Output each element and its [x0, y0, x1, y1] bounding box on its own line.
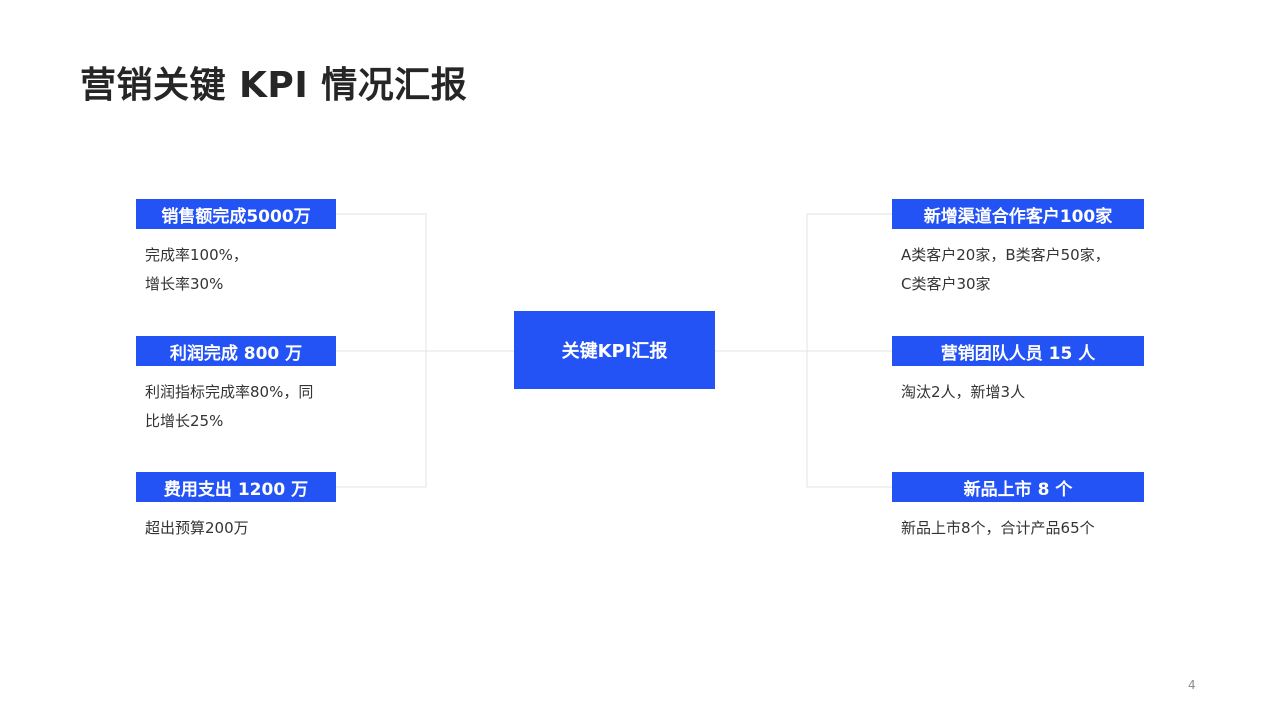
- kpi-desc-line: 新品上市8个，合计产品65个: [901, 519, 1095, 537]
- kpi-desc-line: 淘汰2人，新增3人: [901, 383, 1026, 401]
- kpi-label-sales: 销售额完成5000万: [136, 199, 336, 229]
- connector-left-bottom: [336, 351, 427, 488]
- kpi-desc-line: 利润指标完成率80%，同: [145, 383, 314, 401]
- kpi-desc-new-products: 新品上市8个，合计产品65个: [901, 514, 1141, 543]
- kpi-desc-line: 比增长25%: [145, 412, 224, 430]
- connector-right-top: [806, 213, 892, 351]
- kpi-label-team: 营销团队人员 15 人: [892, 336, 1144, 366]
- kpi-desc-expense: 超出预算200万: [145, 514, 345, 543]
- kpi-desc-channel-clients: A类客户20家，B类客户50家， C类客户30家: [901, 241, 1141, 299]
- kpi-desc-line: A类客户20家，B类客户50家，: [901, 246, 1110, 264]
- kpi-desc-line: 增长率30%: [145, 275, 224, 293]
- connector-right-bottom: [806, 351, 892, 488]
- kpi-label-expense: 费用支出 1200 万: [136, 472, 336, 502]
- kpi-desc-team: 淘汰2人，新增3人: [901, 378, 1141, 407]
- kpi-desc-line: 完成率100%，: [145, 246, 248, 264]
- connector-left-top: [336, 213, 427, 351]
- slide: 营销关键 KPI 情况汇报 关键KPI汇报 销售额完成5000万 完成率100%…: [0, 0, 1280, 720]
- center-kpi-box: 关键KPI汇报: [514, 311, 715, 389]
- page-number: 4: [1188, 678, 1196, 692]
- kpi-label-new-products: 新品上市 8 个: [892, 472, 1144, 502]
- kpi-desc-sales: 完成率100%， 增长率30%: [145, 241, 345, 299]
- kpi-label-profit: 利润完成 800 万: [136, 336, 336, 366]
- kpi-desc-line: 超出预算200万: [145, 519, 249, 537]
- kpi-desc-profit: 利润指标完成率80%，同 比增长25%: [145, 378, 345, 436]
- kpi-label-channel-clients: 新增渠道合作客户100家: [892, 199, 1144, 229]
- kpi-desc-line: C类客户30家: [901, 275, 991, 293]
